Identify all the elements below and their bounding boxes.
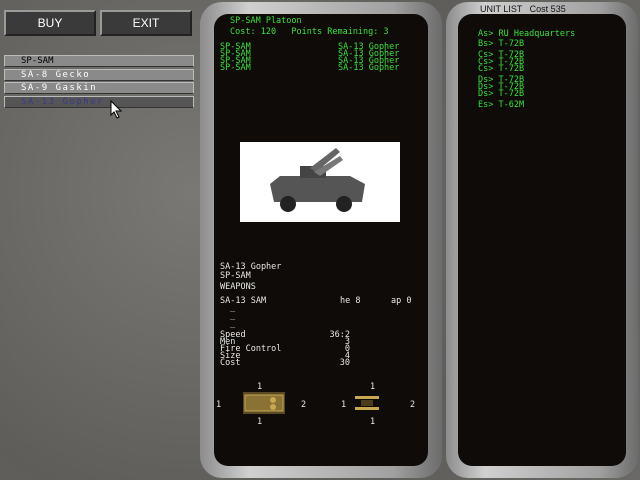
weapon-he: he 8 (340, 296, 361, 306)
buy-button[interactable]: BUY (4, 10, 96, 36)
weapon-name: SA-13 SAM (220, 296, 267, 306)
platoon-roster: SP-SAM SA-13 Gopher SP-SAM SA-13 Gopher SP… (220, 43, 420, 73)
platoon-title: SP-SAM Platoon (230, 16, 302, 26)
unit-stats: Speed 36:2 Men 3 Fire Control 0 Size 4 Cost 3… (220, 330, 350, 368)
roster-row[interactable]: SP-SAM SA-13 Gopher (220, 64, 420, 73)
unit-list-panel: UNIT LIST Cost 535 As> RU Headquarters B… (446, 2, 638, 478)
weapon-slot-empty: _ (230, 319, 236, 329)
exit-button[interactable]: EXIT (100, 10, 192, 36)
unit-type-item[interactable]: SA-8 Gecko (4, 68, 194, 81)
unit-list-item[interactable]: Es> T-62M (478, 101, 524, 110)
unit-name: SA-13 Gopher (220, 262, 282, 272)
unit-list-item[interactable]: As> RU Headquarters (478, 30, 575, 39)
mouse-cursor-icon (110, 100, 123, 119)
unit-list-item[interactable]: Bs> T-72B (478, 40, 524, 49)
unit-type-list: SP-SAM SA-8 Gecko SA-9 Gaskin SA-13 Goph… (4, 55, 194, 109)
unit-type-item[interactable]: SA-9 Gaskin (4, 82, 194, 94)
vehicle-top-icon (355, 396, 379, 410)
platoon-panel: SP-SAM Platoon Cost: 120 Points Remainin… (200, 2, 442, 478)
unit-list-item[interactable]: Cs> T-72B (478, 65, 524, 74)
vehicle-image (240, 142, 400, 222)
unit-type: SP-SAM (220, 271, 251, 281)
platoon-cost: Cost: 120 Points Remaining: 3 (230, 27, 389, 37)
vehicle-side-icon (243, 392, 285, 414)
unit-type-item[interactable]: SA-13 Gopher (4, 95, 194, 108)
weapons-label: WEAPONS (220, 282, 256, 292)
weapon-ap: ap 0 (391, 296, 412, 306)
unit-list-item[interactable]: Ds> T-72B (478, 90, 524, 99)
unit-type-item[interactable]: SP-SAM (4, 55, 194, 67)
unit-list-header: UNIT LIST Cost 535 (480, 4, 566, 14)
